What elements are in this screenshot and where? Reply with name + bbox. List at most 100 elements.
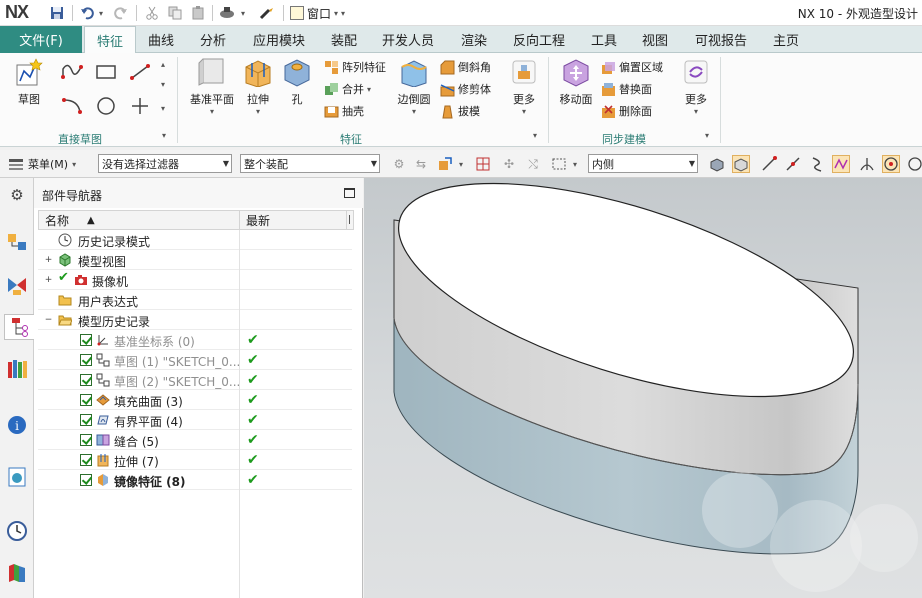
redo-icon[interactable] xyxy=(112,4,130,22)
sketch-gallery-down-icon[interactable]: ▾ xyxy=(156,77,170,91)
undo-icon[interactable] xyxy=(78,4,96,22)
circle-icon[interactable] xyxy=(94,95,118,117)
save-icon[interactable] xyxy=(48,4,66,22)
quick-pick-icon[interactable]: ⤭ xyxy=(524,155,542,173)
select-all-icon[interactable] xyxy=(474,155,492,173)
tree-row-camera[interactable]: + ✔ 摄像机 xyxy=(38,270,352,290)
snap-options-dropdown-icon[interactable]: ▾ xyxy=(456,155,466,173)
sketch-gallery-up-icon[interactable]: ▴ xyxy=(156,57,170,71)
tab-assembly[interactable]: 装配 xyxy=(322,26,366,53)
tree-row-sketch-1[interactable]: 草图 (1) "SKETCH_0... ✔ xyxy=(38,350,352,370)
offset-region-button[interactable]: 偏置区域 xyxy=(601,59,663,75)
profile-icon[interactable] xyxy=(60,61,84,83)
feature-checkbox[interactable] xyxy=(80,334,92,346)
sync-more-button[interactable]: 更多 ▾ xyxy=(678,57,714,116)
deselect-icon[interactable]: ✣ xyxy=(500,155,518,173)
tree-row-extrude[interactable]: 拉伸 (7) ✔ xyxy=(38,450,352,470)
part-navigator-icon[interactable] xyxy=(4,314,34,340)
touch-mode-icon[interactable] xyxy=(218,4,236,22)
unite-dropdown-icon[interactable]: ▾ xyxy=(367,85,371,94)
point-on-curve-icon[interactable] xyxy=(906,155,922,173)
quadrant-point-icon[interactable] xyxy=(882,155,900,173)
paste-icon[interactable] xyxy=(189,4,207,22)
feature-checkbox[interactable] xyxy=(80,414,92,426)
chamfer-button[interactable]: 倒斜角 xyxy=(440,59,491,75)
touch-mode-dropdown-icon[interactable]: ▾ xyxy=(238,4,248,22)
arc-center-icon[interactable] xyxy=(858,155,876,173)
tab-reverse-engineering[interactable]: 反向工程 xyxy=(504,26,574,53)
move-face-button[interactable]: 移动面 xyxy=(556,57,596,107)
expand-icon[interactable]: + xyxy=(44,276,53,285)
tree-row-mirror-feature[interactable]: 镜像特征 (8) ✔ xyxy=(38,470,352,490)
rectangle-select-icon[interactable] xyxy=(550,155,568,173)
column-header-more[interactable]: | xyxy=(346,210,354,230)
component-select-icon[interactable]: ⚙ xyxy=(390,155,408,173)
reuse-library-icon[interactable] xyxy=(4,356,30,382)
group-sync-dropdown-icon[interactable]: ▾ xyxy=(705,131,709,140)
extruded-ellipse-body[interactable] xyxy=(375,178,877,555)
control-point-icon[interactable] xyxy=(808,155,826,173)
delete-face-button[interactable]: 删除面 xyxy=(601,103,652,119)
datum-plane-dropdown-icon[interactable]: ▾ xyxy=(210,107,214,116)
resource-settings-icon[interactable]: ⚙ xyxy=(4,182,30,208)
tab-curve[interactable]: 曲线 xyxy=(140,26,182,53)
tree-row-datum-csys[interactable]: 基准坐标系 (0) ✔ xyxy=(38,330,352,350)
tab-feature[interactable]: 特征 xyxy=(84,26,136,54)
shaded-with-edges-icon[interactable] xyxy=(708,155,726,173)
tree-row-bounded-plane[interactable]: 有界平面 (4) ✔ xyxy=(38,410,352,430)
assembly-scope-select[interactable]: 整个装配 ▼ xyxy=(240,154,380,173)
feature-checkbox[interactable] xyxy=(80,474,92,486)
constraint-navigator-icon[interactable] xyxy=(4,272,30,298)
intersection-point-icon[interactable] xyxy=(832,155,850,173)
extrude-dropdown-icon[interactable]: ▾ xyxy=(256,107,260,116)
sketch-gallery-more-icon[interactable]: ▾ xyxy=(156,101,170,115)
rectangle-icon[interactable] xyxy=(94,61,118,83)
end-point-icon[interactable] xyxy=(760,155,778,173)
maximize-icon[interactable] xyxy=(344,188,355,198)
tree-row-sew[interactable]: 缝合 (5) ✔ xyxy=(38,430,352,450)
graphics-window[interactable] xyxy=(364,178,922,598)
line-icon[interactable] xyxy=(128,61,152,83)
tab-analysis[interactable]: 分析 xyxy=(190,26,236,53)
tab-render[interactable]: 渲染 xyxy=(452,26,496,53)
cut-icon[interactable] xyxy=(143,4,161,22)
model-viewport[interactable] xyxy=(364,178,922,598)
trim-body-button[interactable]: 修剪体 xyxy=(440,81,491,97)
web-browser-icon[interactable] xyxy=(4,464,30,490)
expand-icon[interactable]: + xyxy=(44,256,53,265)
pattern-feature-button[interactable]: 阵列特征 xyxy=(324,59,386,75)
feature-checkbox[interactable] xyxy=(80,374,92,386)
edge-blend-button[interactable]: 边倒圆 ▾ xyxy=(394,57,434,116)
copy-icon[interactable] xyxy=(166,4,184,22)
group-select-icon[interactable]: ⇆ xyxy=(412,155,430,173)
extrude-button[interactable]: 拉伸 ▾ xyxy=(240,57,276,116)
arc-icon[interactable] xyxy=(60,95,84,117)
sketch-button[interactable]: 草图 xyxy=(8,57,50,107)
rectangle-select-dropdown-icon[interactable]: ▾ xyxy=(570,155,580,173)
mid-point-icon[interactable] xyxy=(784,155,802,173)
datum-plane-button[interactable]: 基准平面 ▾ xyxy=(186,57,238,116)
tree-row-model-views[interactable]: + 模型视图 xyxy=(38,250,352,270)
menu-button[interactable]: 菜单(M) ▾ xyxy=(8,155,88,173)
window-menu[interactable]: 窗口 ▾ ▾ xyxy=(290,4,345,22)
feature-checkbox[interactable] xyxy=(80,434,92,446)
assembly-navigator-icon[interactable] xyxy=(4,230,30,256)
hd3d-tools-icon[interactable]: i xyxy=(4,412,30,438)
quick-access-customize-icon[interactable]: ▾ xyxy=(341,9,345,18)
tab-home[interactable]: 主页 xyxy=(764,26,808,53)
replace-face-button[interactable]: 替换面 xyxy=(601,81,652,97)
tree-row-sketch-2[interactable]: 草图 (2) "SKETCH_0... ✔ xyxy=(38,370,352,390)
shell-button[interactable]: 抽壳 xyxy=(324,103,364,119)
tab-developer[interactable]: 开发人员 xyxy=(374,26,442,53)
history-icon[interactable] xyxy=(4,518,30,544)
selection-filter-select[interactable]: 没有选择过滤器 ▼ xyxy=(98,154,232,173)
tab-file[interactable]: 文件(F) xyxy=(0,26,82,53)
edge-blend-dropdown-icon[interactable]: ▾ xyxy=(412,107,416,116)
undo-dropdown-icon[interactable]: ▾ xyxy=(96,4,106,22)
tree-row-history-mode[interactable]: 历史记录模式 xyxy=(38,230,352,250)
snap-point-icon[interactable] xyxy=(732,155,750,173)
feature-more-button[interactable]: 更多 ▾ xyxy=(506,57,542,116)
draft-button[interactable]: 拔模 xyxy=(440,103,480,119)
column-header-name[interactable]: 名称 ▲ xyxy=(38,210,240,230)
point-icon[interactable] xyxy=(128,95,152,117)
